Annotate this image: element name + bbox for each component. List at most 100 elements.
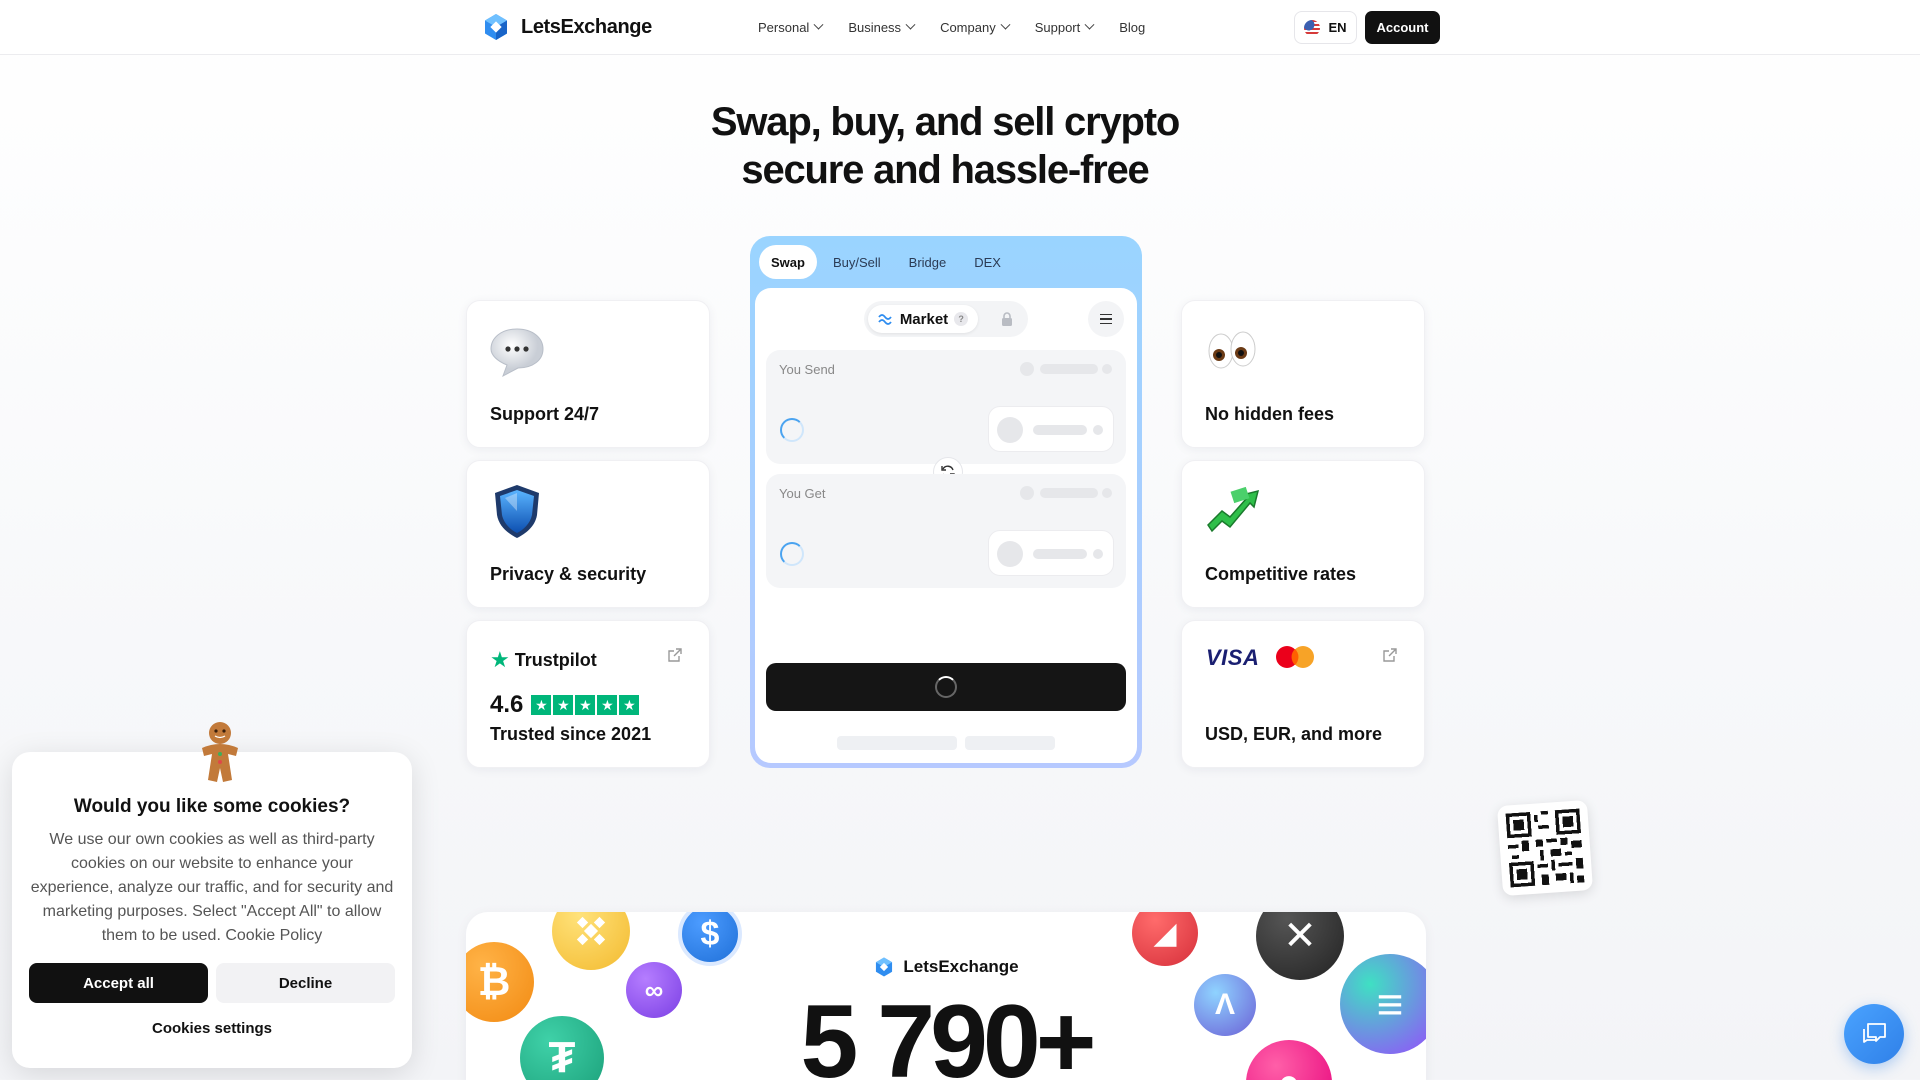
qr-code[interactable] <box>1496 799 1594 897</box>
star-icon: ★ <box>531 695 552 715</box>
nav-blog-label: Blog <box>1119 20 1146 35</box>
chevron-down-icon <box>813 19 824 30</box>
coins-section: ₿ $ ∞ ₮ LetsExchange 5 790+ ◢ ✕ Λ ≡ ● <box>466 912 1426 1080</box>
cookie-text: We use our own cookies as well as third-… <box>30 828 394 948</box>
external-link-icon[interactable] <box>667 647 683 663</box>
widget-body: Market ? You Send You Get <box>755 288 1137 763</box>
nav-personal-label: Personal <box>758 20 810 35</box>
nav-company-label: Company <box>940 20 996 35</box>
feature-label: Support 24/7 <box>490 404 600 424</box>
loading-spinner-icon <box>780 542 804 566</box>
feature-label: Competitive rates <box>1205 564 1357 584</box>
hero-title-line1: Swap, buy, and sell crypto <box>710 100 1180 144</box>
tab-dex[interactable]: DEX <box>962 245 1013 279</box>
nav-business[interactable]: Business <box>848 19 916 35</box>
market-label: Market <box>899 310 949 328</box>
cookie-title: Would you like some cookies? <box>73 796 351 817</box>
skeleton-dot <box>1102 364 1112 374</box>
nav-support-label: Support <box>1034 20 1081 35</box>
chevron-down-icon <box>905 19 916 30</box>
menu-icon[interactable] <box>1088 301 1124 337</box>
logo-icon <box>485 14 507 40</box>
qr-code-icon <box>1505 808 1585 888</box>
skeleton-bar <box>1040 364 1098 374</box>
send-coin-selector[interactable] <box>988 406 1114 452</box>
trustpilot-label: Trusted since 2021 <box>490 724 652 744</box>
cookie-banner: Would you like some cookies? We use our … <box>12 722 412 1068</box>
trustpilot-card[interactable]: ★ Trustpilot 4.6 ★ ★ ★ ★ ★ Trusted since… <box>466 620 710 768</box>
tab-swap[interactable]: Swap <box>759 245 817 279</box>
hero-title: Swap, buy, and sell crypto secure and ha… <box>0 98 1890 194</box>
chart-up-icon <box>1207 486 1260 533</box>
speech-bubble-icon <box>490 328 544 378</box>
star-icon: ★ <box>619 695 640 715</box>
chat-icon <box>1863 1023 1886 1043</box>
external-link-icon[interactable] <box>1382 647 1398 663</box>
chevron-down-icon <box>1084 19 1095 30</box>
main-nav: Personal Business Company Support Blog <box>758 0 1145 55</box>
lock-icon[interactable] <box>1000 311 1014 327</box>
get-label: You Get <box>779 486 826 501</box>
accept-all-button[interactable]: Accept all <box>29 963 208 1003</box>
trustpilot-star-icon: ★ <box>490 647 510 672</box>
cookies-settings-link[interactable]: Cookies settings <box>12 1020 412 1037</box>
chevron-down-icon <box>1000 19 1011 30</box>
account-button[interactable]: Account <box>1365 11 1440 44</box>
trustpilot-score: 4.6 <box>490 691 524 718</box>
trustpilot-stars: ★ ★ ★ ★ ★ <box>531 695 640 715</box>
feature-label: Privacy & security <box>490 564 647 584</box>
skeleton-dot <box>997 541 1023 567</box>
feature-card-fees: No hidden fees <box>1181 300 1425 448</box>
site-header: LetsExchange Personal Business Company S… <box>0 0 1920 55</box>
skeleton-dot <box>1102 488 1112 498</box>
skeleton-bar <box>1033 425 1087 435</box>
skeleton-bar <box>1040 488 1098 498</box>
coins-brand-name: LetsExchange <box>903 957 1019 976</box>
nav-company[interactable]: Company <box>940 19 1011 35</box>
tab-buy-sell[interactable]: Buy/Sell <box>821 245 893 279</box>
nav-blog[interactable]: Blog <box>1119 20 1145 35</box>
eyes-icon <box>1208 331 1256 369</box>
shield-icon <box>495 485 539 538</box>
get-coin-selector[interactable] <box>988 530 1114 576</box>
feature-card-rates: Competitive rates <box>1181 460 1425 608</box>
feature-card-privacy: Privacy & security <box>466 460 710 608</box>
visa-logo: VISA <box>1206 645 1260 670</box>
feature-card-support: Support 24/7 <box>466 300 710 448</box>
skeleton-dot <box>1093 549 1103 559</box>
chat-button[interactable] <box>1844 1004 1904 1064</box>
skeleton-dot <box>1020 362 1034 376</box>
nav-personal[interactable]: Personal <box>758 19 824 35</box>
cookie-body: We use our own cookies as well as third-… <box>30 831 394 944</box>
loading-spinner-icon <box>935 676 957 698</box>
rate-mode-toggle: Market ? <box>864 301 1028 337</box>
aave-icon: Λ <box>1194 974 1256 1036</box>
market-rate-option[interactable]: Market ? <box>868 305 978 333</box>
feature-label: No hidden fees <box>1205 404 1335 424</box>
language-selector[interactable]: EN <box>1294 11 1357 44</box>
wave-icon <box>878 314 892 325</box>
cookie-policy-link[interactable]: Cookie Policy <box>225 927 322 944</box>
logo-icon <box>876 957 893 977</box>
gingerbread-icon <box>202 722 238 782</box>
send-box: You Send <box>766 350 1126 464</box>
skeleton-dot <box>997 417 1023 443</box>
payments-card[interactable]: VISA USD, EUR, and more <box>1181 620 1425 768</box>
brand-name: LetsExchange <box>521 15 652 38</box>
nav-support[interactable]: Support <box>1034 19 1095 35</box>
decline-button[interactable]: Decline <box>216 963 395 1003</box>
exchange-button[interactable] <box>766 663 1126 711</box>
trustpilot-rating: 4.6 ★ ★ ★ ★ ★ <box>490 691 640 719</box>
mastercard-icon <box>1276 646 1314 668</box>
hero-title-line2: secure and hassle-free <box>741 148 1149 192</box>
skeleton-bar <box>837 736 957 750</box>
tab-bridge[interactable]: Bridge <box>897 245 959 279</box>
language-code: EN <box>1328 20 1347 35</box>
payments-label: USD, EUR, and more <box>1205 724 1383 744</box>
trustpilot-name: Trustpilot <box>514 649 597 670</box>
hero: Swap, buy, and sell crypto secure and ha… <box>0 98 1890 194</box>
exchange-widget: Swap Buy/Sell Bridge DEX Market ? You Se… <box>750 236 1142 768</box>
brand-logo[interactable]: LetsExchange <box>481 12 652 42</box>
help-icon[interactable]: ? <box>954 312 969 326</box>
skeleton-bar <box>965 736 1055 750</box>
